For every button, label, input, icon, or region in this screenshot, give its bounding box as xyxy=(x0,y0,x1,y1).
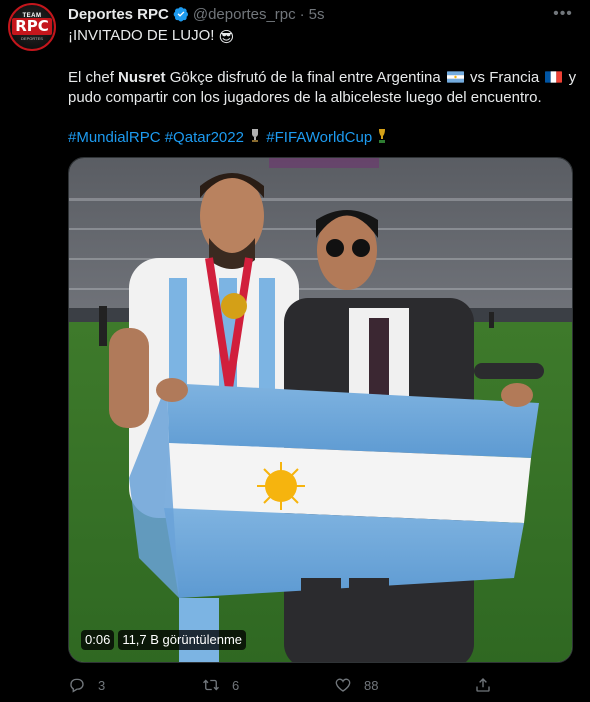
author-handle[interactable]: @deportes_rpc xyxy=(193,6,296,23)
tweet-actions: 3 6 88 xyxy=(68,674,498,696)
sunglasses-emoji-icon: 😎 xyxy=(218,29,235,46)
tweet-video[interactable]: 0:06 11,7 B görüntülenme xyxy=(68,157,573,663)
reply-count: 3 xyxy=(98,677,106,693)
body-text-a: El chef xyxy=(68,69,119,86)
tweet-timestamp[interactable]: 5s xyxy=(309,6,325,23)
hashtag-mundialrpc[interactable]: #MundialRPC xyxy=(68,129,161,146)
body-text-bold: Nusret xyxy=(118,69,166,86)
retweet-icon xyxy=(203,679,219,691)
video-badge: 0:06 11,7 B görüntülenme xyxy=(81,630,247,650)
tweet-text: ¡INVITADO DE LUJO! 😎 El chef Nusret Gökç… xyxy=(68,26,578,148)
body-text-c: vs Francia xyxy=(465,69,540,86)
tweet-text-line1: ¡INVITADO DE LUJO! 😎 xyxy=(68,26,578,48)
video-frame-image xyxy=(69,158,572,662)
video-duration: 0:06 xyxy=(81,630,115,650)
avatar-rpc-text: RPC xyxy=(12,18,52,35)
tweet-header: Deportes RPC @deportes_rpc · 5s xyxy=(68,4,324,24)
reply-button[interactable]: 3 xyxy=(68,676,105,694)
hashtag-fifaworldcup[interactable]: #FIFAWorldCup xyxy=(266,129,372,146)
verified-badge-icon xyxy=(173,7,188,22)
argentina-flag-icon xyxy=(446,71,464,83)
reply-icon xyxy=(70,678,84,693)
like-button[interactable]: 88 xyxy=(334,676,378,694)
separator-dot: · xyxy=(299,5,305,23)
retweet-button[interactable]: 6 xyxy=(202,676,239,694)
share-button[interactable] xyxy=(474,676,492,694)
video-views: 11,7 B görüntülenme xyxy=(118,630,247,650)
world-cup-trophy-icon xyxy=(379,129,386,143)
like-count: 88 xyxy=(364,677,379,693)
heart-icon xyxy=(335,678,351,692)
share-icon xyxy=(476,678,490,692)
headline-text: ¡INVITADO DE LUJO! xyxy=(68,27,215,44)
more-options-icon[interactable]: ••• xyxy=(552,4,574,24)
france-flag-icon xyxy=(545,71,563,83)
trophy-icon xyxy=(252,129,259,142)
tweet-hashtags: #MundialRPC #Qatar2022 #FIFAWorldCup xyxy=(68,128,578,148)
author-name[interactable]: Deportes RPC xyxy=(68,6,169,23)
retweet-count: 6 xyxy=(232,677,240,693)
avatar-sub-text: DEPORTES xyxy=(21,36,43,41)
hashtag-qatar2022[interactable]: #Qatar2022 xyxy=(165,129,244,146)
tweet-text-body: El chef Nusret Gökçe disfrutó de la fina… xyxy=(68,68,578,108)
avatar[interactable]: TEAM RPC DEPORTES xyxy=(8,3,56,51)
body-text-b: Gökçe disfrutó de la final entre Argenti… xyxy=(165,69,441,86)
